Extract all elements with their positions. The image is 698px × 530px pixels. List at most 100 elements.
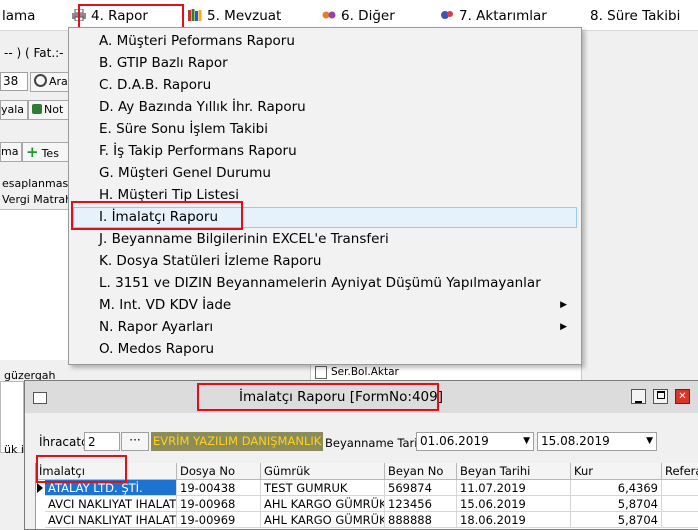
date-from-value: 01.06.2019	[420, 434, 489, 448]
menu-item-musteri-performans[interactable]: A. Müşteri Peformans Raporu	[73, 31, 577, 52]
minimize-icon	[635, 401, 642, 403]
tab-label: Not	[44, 103, 64, 116]
maximize-button[interactable]	[653, 389, 668, 404]
cell-gumruk[interactable]: AHL KARGO GÜMRÜK M	[261, 512, 385, 528]
background-grid	[0, 209, 70, 360]
cell-beyan-tarihi[interactable]: 11.07.2019	[457, 480, 571, 496]
item-label: C. D.A.B. Raporu	[99, 77, 212, 93]
menu-item-islemler[interactable]: lama	[2, 0, 35, 30]
cell-beyan-no[interactable]: 569874	[385, 480, 457, 496]
tab-ma[interactable]: ma	[0, 142, 22, 162]
lookup-button[interactable]: ···	[121, 432, 149, 451]
item-label: G. Müşteri Genel Durumu	[99, 165, 271, 181]
item-label: E. Süre Sonu İşlem Takibi	[99, 121, 269, 137]
menu-label: 6. Diğer	[341, 8, 395, 24]
cell-kur[interactable]: 5,8704	[571, 496, 662, 512]
hesaplanmasi-label: esaplanması	[2, 177, 72, 190]
column-header-referans[interactable]: Referar	[662, 463, 698, 480]
test-label: Tes	[41, 147, 59, 160]
fat-label: -- ) ( Fat.:-	[4, 46, 64, 60]
row-indicator-icon	[37, 483, 43, 493]
rapor-dropdown-menu: A. Müşteri Peformans Raporu B. GTIP Bazl…	[68, 27, 582, 365]
submenu-arrow-icon: ▶	[560, 300, 567, 310]
menu-item-dab-raporu[interactable]: C. D.A.B. Raporu	[73, 75, 577, 96]
cell-imalatci[interactable]: AVCI NAKLIYAT IHALAT	[45, 512, 177, 528]
ihracatci-code-input[interactable]	[84, 432, 120, 451]
menu-item-3151-dizin[interactable]: L. 3151 ve DIZIN Beyannamelerin Ayniyat …	[73, 273, 577, 294]
test-button[interactable]: + Tes	[22, 142, 72, 162]
vergi-matrahi-label: Vergi Matrahı	[2, 193, 76, 206]
cell-referans[interactable]	[662, 496, 698, 512]
item-label: N. Rapor Ayarları	[99, 319, 214, 335]
menu-item-musteri-genel[interactable]: G. Müşteri Genel Durumu	[73, 163, 577, 184]
column-header-gumruk[interactable]: Gümrük	[261, 463, 385, 480]
item-label: A. Müşteri Peformans Raporu	[99, 33, 295, 49]
transfer-icon	[441, 11, 453, 19]
table-row[interactable]: AVCI NAKLIYAT IHALAT 19-00968 AHL KARGO …	[36, 496, 698, 512]
cell-beyan-tarihi[interactable]: 15.06.2019	[457, 496, 571, 512]
company-name-field: EVRİM YAZILIM DANIŞMANLIK A.Ş	[151, 432, 323, 451]
menu-item-gtip-bazli[interactable]: B. GTIP Bazlı Rapor	[73, 53, 577, 74]
cell-kur[interactable]: 6,4369	[571, 480, 662, 496]
window-app-icon	[33, 392, 47, 404]
tab-label: ma	[1, 145, 19, 158]
item-label: F. İş Takip Performans Raporu	[99, 143, 297, 159]
date-to-picker[interactable]: 15.08.2019 ▼	[537, 432, 657, 451]
cell-gumruk[interactable]: AHL KARGO GÜMRÜK M	[261, 496, 385, 512]
menu-item-excel-transfer[interactable]: J. Beyanname Bilgilerinin EXCEL'e Transf…	[73, 229, 577, 250]
menu-label: 8. Süre Takibi	[590, 8, 681, 24]
cell-kur[interactable]: 5,8704	[571, 512, 662, 528]
cell-dosya-no[interactable]: 19-00438	[177, 480, 261, 496]
annotation-box-imalatci-column	[36, 455, 127, 483]
ellipsis-icon: ···	[129, 433, 141, 447]
menu-item-medos-raporu[interactable]: O. Medos Raporu	[73, 339, 577, 360]
annotation-box-imalatci-item	[71, 201, 243, 230]
ser-bol-label: Ser.Bol.Aktar	[331, 366, 399, 378]
note-icon	[32, 104, 42, 114]
cell-referans[interactable]	[662, 480, 698, 496]
minimize-button[interactable]	[631, 389, 646, 404]
column-header-beyan-tarihi[interactable]: Beyan Tarihi	[457, 463, 571, 480]
search-button[interactable]: Ara	[30, 72, 72, 92]
menu-item-dosya-statuleri[interactable]: K. Dosya Statüleri İzleme Raporu	[73, 251, 577, 272]
date-to-value: 15.08.2019	[541, 434, 610, 448]
cell-gumruk[interactable]: TEST GUMRUK	[261, 480, 385, 496]
beyanname-tarihi-label: Beyanname Tarihi	[325, 436, 428, 450]
menu-label: 5. Mevzuat	[207, 8, 282, 24]
item-label: D. Ay Bazında Yıllık İhr. Raporu	[99, 99, 306, 115]
column-header-dosya-no[interactable]: Dosya No	[177, 463, 261, 480]
item-label: M. Int. VD KDV İade	[99, 297, 232, 313]
imalatci-data-grid: İmalatçı Dosya No Gümrük Beyan No Beyan …	[35, 463, 698, 529]
menu-item-kdv-iade[interactable]: M. Int. VD KDV İade ▶	[73, 295, 577, 316]
menu-item-rapor-ayarlari[interactable]: N. Rapor Ayarları ▶	[73, 317, 577, 338]
menu-item-aktarimlar[interactable]: 7. Aktarımlar	[440, 0, 547, 30]
annotation-box-form-title	[197, 383, 439, 411]
menu-item-mevzuat[interactable]: 5. Mevzuat	[188, 0, 281, 30]
item-label: K. Dosya Statüleri İzleme Raporu	[99, 253, 322, 269]
date-from-picker[interactable]: 01.06.2019 ▼	[416, 432, 534, 451]
books-icon	[188, 9, 202, 21]
chevron-down-icon: ▼	[523, 436, 530, 446]
column-header-beyan-no[interactable]: Beyan No	[385, 463, 457, 480]
menu-label: lama	[2, 8, 36, 24]
cell-dosya-no[interactable]: 19-00968	[177, 496, 261, 512]
menu-item-sure-sonu[interactable]: E. Süre Sonu İşlem Takibi	[73, 119, 577, 140]
cell-beyan-no[interactable]: 123456	[385, 496, 457, 512]
menu-item-is-takip[interactable]: F. İş Takip Performans Raporu	[73, 141, 577, 162]
tab-yala[interactable]: yala	[0, 100, 28, 120]
table-row[interactable]: AVCI NAKLIYAT IHALAT 19-00969 AHL KARGO …	[36, 512, 698, 528]
table-row[interactable]: ATALAY LTD. ŞTİ. 19-00438 TEST GUMRUK 56…	[36, 480, 698, 496]
menu-item-ay-bazinda[interactable]: D. Ay Bazında Yıllık İhr. Raporu	[73, 97, 577, 118]
cell-beyan-tarihi[interactable]: 18.06.2019	[457, 512, 571, 528]
menu-item-diger[interactable]: 6. Diğer	[322, 0, 395, 30]
ser-bol-aktar-item[interactable]: Ser.Bol.Aktar	[310, 363, 582, 381]
cell-dosya-no[interactable]: 19-00969	[177, 512, 261, 528]
cell-referans[interactable]	[662, 512, 698, 528]
cell-imalatci[interactable]: AVCI NAKLIYAT IHALAT	[45, 496, 177, 512]
menu-item-sure-takibi[interactable]: 8. Süre Takibi	[590, 0, 680, 30]
close-button[interactable]: ✕	[675, 389, 690, 404]
tab-not[interactable]: Not	[28, 100, 72, 120]
code-field[interactable]: 38	[0, 72, 28, 91]
cell-beyan-no[interactable]: 888888	[385, 512, 457, 528]
column-header-kur[interactable]: Kur	[571, 463, 662, 480]
